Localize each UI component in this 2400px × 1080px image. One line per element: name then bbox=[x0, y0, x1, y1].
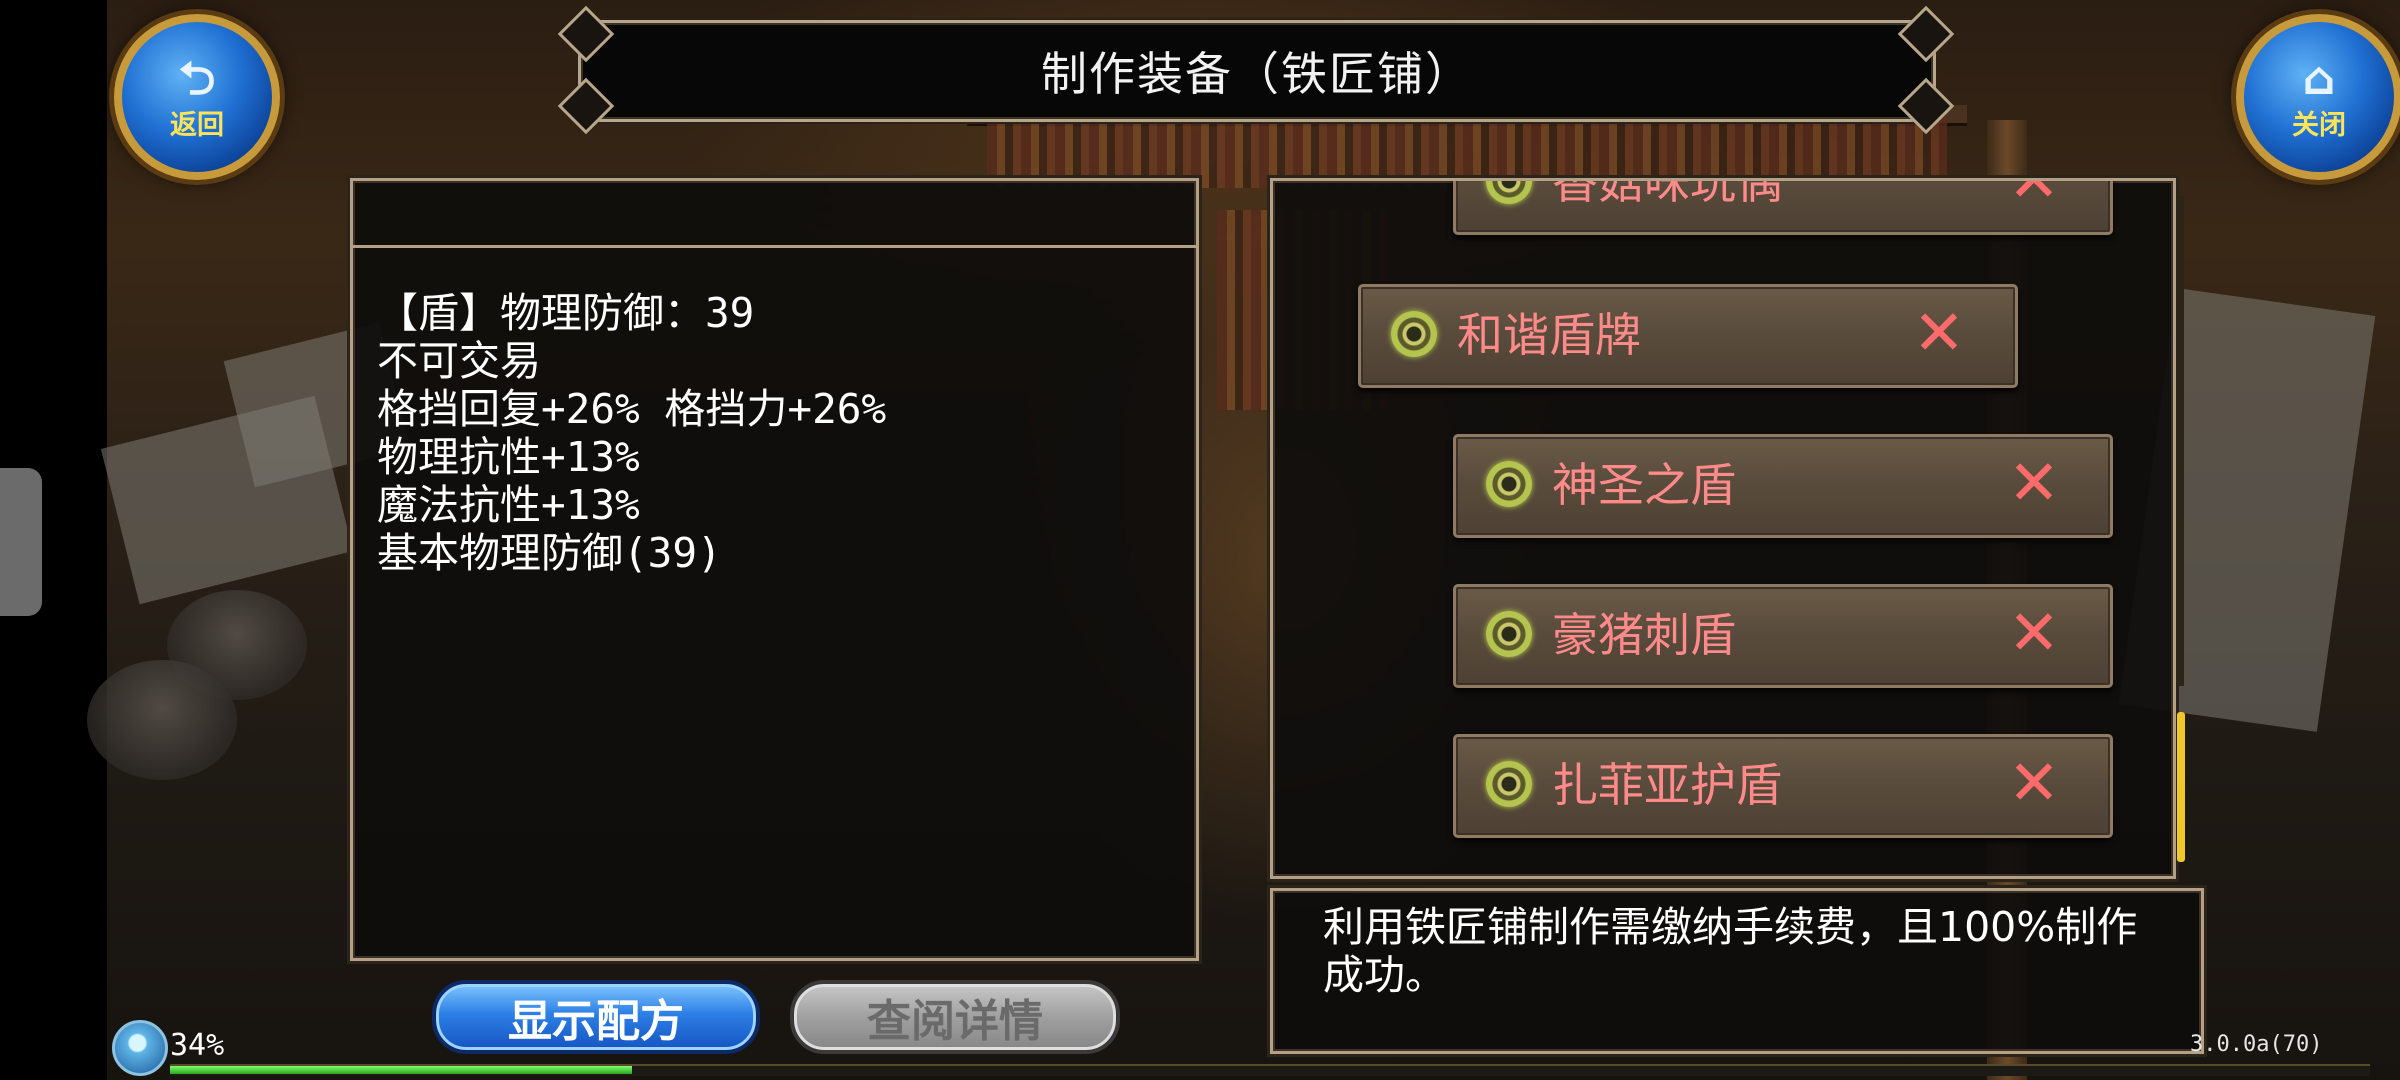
exp-percent: 34% bbox=[170, 1028, 225, 1063]
recipe-item[interactable]: 扎菲亚护盾 ✕ bbox=[1453, 734, 2113, 838]
shield-recipe-icon bbox=[1391, 311, 1437, 357]
close-button-label: 关闭 bbox=[2292, 109, 2346, 141]
shield-recipe-icon bbox=[1486, 461, 1532, 507]
recipe-item-label: 和谐盾牌 bbox=[1457, 308, 1641, 362]
exp-bar-fill bbox=[170, 1066, 632, 1074]
home-icon: ⌂ bbox=[2302, 50, 2336, 105]
panel-divider bbox=[353, 245, 1196, 248]
title-bar: 制作装备（铁匠铺） bbox=[578, 20, 1936, 122]
shield-recipe-icon bbox=[1486, 611, 1532, 657]
recipe-item[interactable]: 香菇味玩偶 ✕ bbox=[1453, 178, 2113, 235]
recipe-item-selected[interactable]: 和谐盾牌 ✕ bbox=[1358, 284, 2018, 388]
exp-orb-icon bbox=[112, 1020, 168, 1076]
barrel bbox=[87, 660, 237, 780]
back-arrow-icon: ⮌ bbox=[178, 50, 216, 105]
recipe-list-scroll-thumb[interactable] bbox=[2177, 712, 2185, 862]
recipe-item-label: 豪猪刺盾 bbox=[1552, 608, 1736, 662]
item-stat-line: 基本物理防御(39) bbox=[377, 529, 722, 577]
show-recipe-button[interactable]: 显示配方 bbox=[432, 980, 760, 1054]
description-text: 利用铁匠铺制作需缴纳手续费，且100%制作成功。 bbox=[1323, 903, 2138, 999]
shield-recipe-icon bbox=[1486, 761, 1532, 807]
recipe-item[interactable]: 神圣之盾 ✕ bbox=[1453, 434, 2113, 538]
page-title: 制作装备（铁匠铺） bbox=[1041, 47, 1473, 101]
shield-recipe-icon bbox=[1486, 181, 1532, 204]
item-stat-line: 格挡回复+26% 格挡力+26% bbox=[377, 385, 887, 433]
item-stat-line: 【盾】物理防御：39 bbox=[377, 289, 755, 337]
x-icon: ✕ bbox=[2008, 746, 2060, 819]
item-stat-line: 物理抗性+13% bbox=[377, 433, 640, 481]
x-icon: ✕ bbox=[2008, 178, 2060, 216]
description-panel: 利用铁匠铺制作需缴纳手续费，且100%制作成功。 bbox=[1270, 888, 2204, 1054]
item-stat-line: 魔法抗性+13% bbox=[377, 481, 640, 529]
back-button[interactable]: ⮌ 返回 bbox=[114, 14, 280, 180]
close-button[interactable]: ⌂ 关闭 bbox=[2236, 14, 2400, 180]
item-stat-line: 不可交易 bbox=[377, 337, 541, 385]
game-screen: ⮌ 返回 ⌂ 关闭 制作装备（铁匠铺） 【盾】物理防御：39 不可交易 格挡回复… bbox=[0, 0, 2400, 1080]
edge-swipe-handle[interactable] bbox=[0, 468, 42, 616]
recipe-list-panel[interactable]: 香菇味玩偶 ✕ 和谐盾牌 ✕ 神圣之盾 ✕ 豪猪刺盾 ✕ 扎菲亚护盾 ✕ bbox=[1270, 178, 2176, 879]
recipe-item-label: 神圣之盾 bbox=[1552, 458, 1736, 512]
view-details-button[interactable]: 查阅详情 bbox=[790, 980, 1120, 1054]
recipe-item[interactable]: 豪猪刺盾 ✕ bbox=[1453, 584, 2113, 688]
x-icon: ✕ bbox=[2008, 596, 2060, 669]
x-icon: ✕ bbox=[1913, 296, 1965, 369]
recipe-list-scrollbar[interactable] bbox=[2178, 196, 2184, 686]
item-info-panel: 【盾】物理防御：39 不可交易 格挡回复+26% 格挡力+26% 物理抗性+13… bbox=[350, 178, 1199, 961]
version-text: 3.0.0a(70) bbox=[2190, 1032, 2323, 1057]
x-icon: ✕ bbox=[2008, 446, 2060, 519]
back-button-label: 返回 bbox=[170, 109, 224, 141]
item-stats: 【盾】物理防御：39 不可交易 格挡回复+26% 格挡力+26% 物理抗性+13… bbox=[377, 289, 886, 577]
recipe-item-label: 扎菲亚护盾 bbox=[1552, 758, 1782, 812]
recipe-item-label: 香菇味玩偶 bbox=[1552, 178, 1782, 209]
